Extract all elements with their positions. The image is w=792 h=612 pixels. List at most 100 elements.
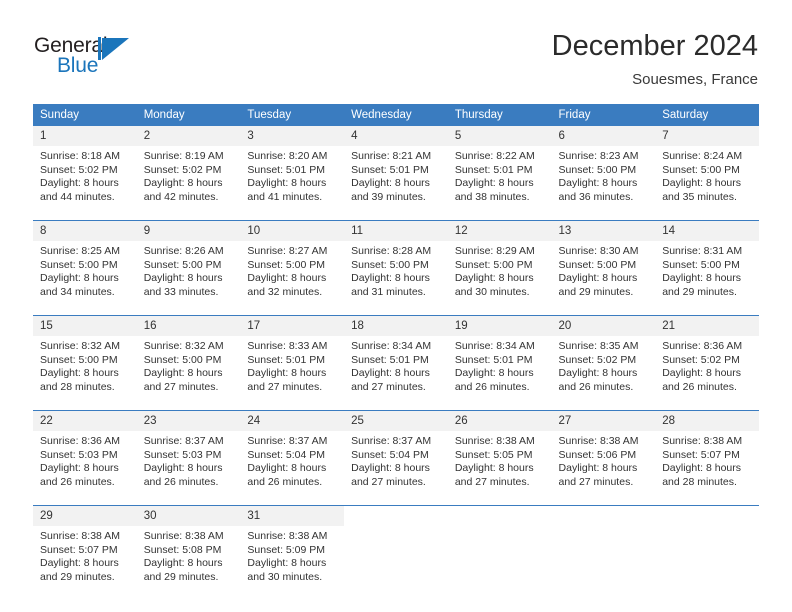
- calendar-day-cell[interactable]: 19 Sunrise: 8:34 AM Sunset: 5:01 PM Dayligh…: [447, 315, 552, 396]
- day-number: 9: [136, 221, 241, 241]
- sunrise-time: Sunrise: 8:38 AM: [247, 530, 328, 542]
- day-details: Sunrise: 8:30 AM Sunset: 5:00 PM Daylight:…: [552, 241, 656, 301]
- sunset-time: Sunset: 5:00 PM: [247, 258, 326, 271]
- daylight-duration-line2: and 26 minutes.: [454, 380, 530, 393]
- day-details: Sunrise: 8:35 AM Sunset: 5:02 PM Daylight:…: [552, 336, 656, 396]
- calendar-day-cell[interactable]: 16 Sunrise: 8:32 AM Sunset: 5:00 PM Dayligh…: [136, 315, 241, 396]
- daylight-duration-line1: Daylight: 8 hours: [662, 272, 742, 284]
- day-number: 5: [447, 126, 552, 146]
- calendar-day-cell[interactable]: 18 Sunrise: 8:34 AM Sunset: 5:01 PM Dayligh…: [344, 315, 448, 396]
- daylight-duration-line1: Daylight: 8 hours: [351, 462, 430, 474]
- sunset-time: Sunset: 5:00 PM: [454, 258, 533, 271]
- calendar-week-row: 29 Sunrise: 8:38 AM Sunset: 5:07 PM Dayligh…: [33, 505, 759, 586]
- calendar-day-cell[interactable]: 3 Sunrise: 8:20 AM Sunset: 5:01 PM Daylight…: [240, 126, 345, 206]
- calendar-day-cell[interactable]: 8 Sunrise: 8:25 AM Sunset: 5:00 PM Daylight…: [33, 220, 137, 301]
- daylight-duration-line2: and 29 minutes.: [662, 285, 737, 298]
- day-details: Sunrise: 8:24 AM Sunset: 5:00 PM Daylight:…: [655, 146, 759, 206]
- daylight-duration-line1: Daylight: 8 hours: [247, 462, 327, 474]
- daylight-duration-line2: and 29 minutes.: [40, 570, 115, 583]
- sunset-time: Sunset: 5:01 PM: [247, 163, 326, 176]
- sunrise-time: Sunrise: 8:36 AM: [662, 340, 743, 352]
- day-details: Sunrise: 8:28 AM Sunset: 5:00 PM Daylight:…: [344, 241, 448, 301]
- sunset-time: Sunset: 5:03 PM: [40, 448, 118, 461]
- calendar-day-cell[interactable]: 15 Sunrise: 8:32 AM Sunset: 5:00 PM Dayligh…: [33, 315, 137, 396]
- calendar-day-cell[interactable]: 23 Sunrise: 8:37 AM Sunset: 5:03 PM Dayligh…: [136, 410, 241, 491]
- day-number: [447, 506, 552, 526]
- calendar-day-cell[interactable]: 21 Sunrise: 8:36 AM Sunset: 5:02 PM Dayligh…: [655, 315, 759, 396]
- day-details: Sunrise: 8:34 AM Sunset: 5:01 PM Daylight:…: [344, 336, 448, 396]
- sunrise-time: Sunrise: 8:31 AM: [662, 245, 743, 257]
- calendar-day-cell[interactable]: 11 Sunrise: 8:28 AM Sunset: 5:00 PM Dayligh…: [344, 220, 448, 301]
- calendar-day-cell[interactable]: 29 Sunrise: 8:38 AM Sunset: 5:07 PM Dayligh…: [33, 505, 137, 586]
- daylight-duration-line2: and 26 minutes.: [143, 475, 219, 488]
- daylight-duration-line1: Daylight: 8 hours: [558, 462, 638, 474]
- calendar-day-cell[interactable]: 1 Sunrise: 8:18 AM Sunset: 5:02 PM Daylight…: [33, 126, 137, 206]
- calendar-day-cell[interactable]: 27 Sunrise: 8:38 AM Sunset: 5:06 PM Dayligh…: [551, 410, 656, 491]
- daylight-duration-line2: and 44 minutes.: [40, 190, 115, 203]
- calendar-header-row: Sunday Monday Tuesday Wednesday Thursday Frid…: [33, 104, 759, 126]
- daylight-duration-line2: and 35 minutes.: [662, 190, 737, 203]
- sunset-time: Sunset: 5:07 PM: [662, 448, 740, 461]
- calendar-day-cell[interactable]: 7 Sunrise: 8:24 AM Sunset: 5:00 PM Daylight…: [655, 126, 759, 206]
- page-header: General Blue December 2024 Souesmes, Fra…: [0, 0, 792, 100]
- daylight-duration-line2: and 41 minutes.: [247, 190, 323, 203]
- calendar-day-cell[interactable]: 14 Sunrise: 8:31 AM Sunset: 5:00 PM Dayligh…: [655, 220, 759, 301]
- calendar-day-cell[interactable]: 25 Sunrise: 8:37 AM Sunset: 5:04 PM Dayligh…: [344, 410, 448, 491]
- day-number: 21: [655, 316, 759, 336]
- sunrise-time: Sunrise: 8:20 AM: [247, 150, 328, 162]
- daylight-duration-line1: Daylight: 8 hours: [558, 367, 638, 379]
- day-number: 8: [33, 221, 137, 241]
- day-details: Sunrise: 8:37 AM Sunset: 5:03 PM Daylight:…: [137, 431, 241, 491]
- sunset-time: Sunset: 5:02 PM: [558, 353, 637, 366]
- sunset-time: Sunset: 5:04 PM: [351, 448, 429, 461]
- day-details: Sunrise: 8:33 AM Sunset: 5:01 PM Daylight:…: [240, 336, 344, 396]
- calendar-day-cell[interactable]: 30 Sunrise: 8:38 AM Sunset: 5:08 PM Dayligh…: [136, 505, 241, 586]
- daylight-duration-line2: and 31 minutes.: [351, 285, 426, 298]
- daylight-duration-line2: and 28 minutes.: [40, 380, 115, 393]
- calendar-day-cell[interactable]: 12 Sunrise: 8:29 AM Sunset: 5:00 PM Dayligh…: [447, 220, 552, 301]
- calendar-day-cell[interactable]: 17 Sunrise: 8:33 AM Sunset: 5:01 PM Dayligh…: [240, 315, 345, 396]
- daylight-duration-line1: Daylight: 8 hours: [143, 462, 223, 474]
- calendar-week-row: 22 Sunrise: 8:36 AM Sunset: 5:03 PM Dayligh…: [33, 410, 759, 491]
- calendar-day-cell[interactable]: 24 Sunrise: 8:37 AM Sunset: 5:04 PM Dayligh…: [240, 410, 345, 491]
- sunset-time: Sunset: 5:05 PM: [454, 448, 533, 461]
- sunset-time: Sunset: 5:01 PM: [351, 353, 429, 366]
- sunset-time: Sunset: 5:01 PM: [454, 163, 533, 176]
- sunset-time: Sunset: 5:09 PM: [247, 543, 326, 556]
- calendar-day-cell[interactable]: 13 Sunrise: 8:30 AM Sunset: 5:00 PM Dayligh…: [551, 220, 656, 301]
- calendar-day-cell[interactable]: 9 Sunrise: 8:26 AM Sunset: 5:00 PM Daylight…: [136, 220, 241, 301]
- calendar-day-cell[interactable]: 26 Sunrise: 8:38 AM Sunset: 5:05 PM Dayligh…: [447, 410, 552, 491]
- day-number: 31: [240, 506, 345, 526]
- day-number: 7: [655, 126, 759, 146]
- sunset-time: Sunset: 5:00 PM: [143, 353, 222, 366]
- daylight-duration-line1: Daylight: 8 hours: [40, 177, 119, 189]
- day-number: 22: [33, 411, 137, 431]
- week-spacer: [33, 396, 759, 411]
- sunset-time: Sunset: 5:02 PM: [40, 163, 118, 176]
- calendar-day-cell[interactable]: 5 Sunrise: 8:22 AM Sunset: 5:01 PM Daylight…: [447, 126, 552, 206]
- calendar-day-cell[interactable]: 6 Sunrise: 8:23 AM Sunset: 5:00 PM Daylight…: [551, 126, 656, 206]
- day-details: Sunrise: 8:26 AM Sunset: 5:00 PM Daylight:…: [137, 241, 241, 301]
- sunrise-time: Sunrise: 8:38 AM: [662, 435, 743, 447]
- calendar-day-cell[interactable]: 22 Sunrise: 8:36 AM Sunset: 5:03 PM Dayligh…: [33, 410, 137, 491]
- daylight-duration-line2: and 30 minutes.: [454, 285, 530, 298]
- daylight-duration-line2: and 28 minutes.: [662, 475, 737, 488]
- day-number: 4: [344, 126, 448, 146]
- sunrise-time: Sunrise: 8:38 AM: [40, 530, 120, 542]
- day-details: Sunrise: 8:38 AM Sunset: 5:07 PM Daylight:…: [33, 526, 137, 586]
- calendar-day-cell[interactable]: 10 Sunrise: 8:27 AM Sunset: 5:00 PM Dayligh…: [240, 220, 345, 301]
- sunrise-time: Sunrise: 8:28 AM: [351, 245, 432, 257]
- day-details: Sunrise: 8:32 AM Sunset: 5:00 PM Daylight:…: [137, 336, 241, 396]
- day-details: Sunrise: 8:38 AM Sunset: 5:06 PM Daylight:…: [552, 431, 656, 491]
- calendar-day-cell[interactable]: 31 Sunrise: 8:38 AM Sunset: 5:09 PM Dayligh…: [240, 505, 345, 586]
- day-details: Sunrise: 8:37 AM Sunset: 5:04 PM Daylight:…: [344, 431, 448, 491]
- weekday-header-friday: Friday: [551, 104, 656, 126]
- calendar-day-cell[interactable]: 4 Sunrise: 8:21 AM Sunset: 5:01 PM Daylight…: [344, 126, 448, 206]
- sunset-time: Sunset: 5:06 PM: [558, 448, 637, 461]
- calendar-day-cell[interactable]: 20 Sunrise: 8:35 AM Sunset: 5:02 PM Dayligh…: [551, 315, 656, 396]
- calendar-day-cell[interactable]: 28 Sunrise: 8:38 AM Sunset: 5:07 PM Dayligh…: [655, 410, 759, 491]
- calendar-day-cell[interactable]: 2 Sunrise: 8:19 AM Sunset: 5:02 PM Daylight…: [136, 126, 241, 206]
- day-details: Sunrise: 8:31 AM Sunset: 5:00 PM Daylight:…: [655, 241, 759, 301]
- day-number: 27: [551, 411, 656, 431]
- sunrise-time: Sunrise: 8:21 AM: [351, 150, 432, 162]
